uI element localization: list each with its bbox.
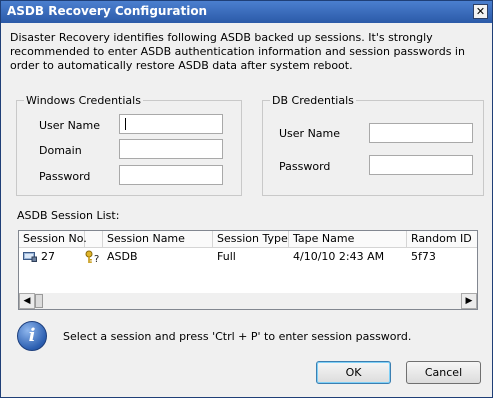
db-password-field[interactable]	[369, 155, 473, 175]
column-header-session-no[interactable]: Session No.	[19, 231, 87, 247]
column-header-session-type[interactable]: Session Type	[213, 231, 289, 247]
windows-user-name-field[interactable]	[119, 114, 223, 134]
db-credentials-group: DB Credentials	[262, 94, 484, 196]
windows-domain-field[interactable]	[119, 139, 223, 159]
cancel-button[interactable]: Cancel	[406, 361, 481, 384]
horizontal-scrollbar[interactable]: ◀ ▶	[19, 293, 477, 309]
title-bar[interactable]: ASDB Recovery Configuration ✕	[1, 1, 492, 23]
tape-name-cell: 4/10/10 2:43 AM	[293, 250, 385, 263]
column-header-tape-name[interactable]: Tape Name	[289, 231, 407, 247]
db-password-label: Password	[279, 160, 331, 173]
column-header-session-name[interactable]: Session Name	[103, 231, 213, 247]
svg-text:?: ?	[94, 254, 99, 264]
session-list-header: Session No. Session Name Session Type Ta…	[19, 231, 477, 248]
session-no-cell: 27	[41, 250, 55, 263]
windows-credentials-legend: Windows Credentials	[26, 94, 141, 107]
column-header-random-id[interactable]: Random ID	[407, 231, 477, 247]
scroll-right-button[interactable]: ▶	[461, 293, 477, 309]
session-type-cell: Full	[217, 250, 236, 263]
info-icon: i	[17, 321, 47, 351]
random-id-cell: 5f73	[411, 250, 436, 263]
db-credentials-legend: DB Credentials	[272, 94, 354, 107]
table-row[interactable]: 27 ? ASDB Full 4/10/10 2:43 AM 5f73	[19, 249, 477, 265]
db-user-name-label: User Name	[279, 127, 341, 140]
text-caret	[125, 118, 126, 130]
db-user-name-field[interactable]	[369, 123, 473, 143]
dialog-window: ASDB Recovery Configuration ✕ Disaster R…	[0, 0, 493, 398]
info-message: Select a session and press 'Ctrl + P' to…	[63, 330, 412, 343]
session-list[interactable]: Session No. Session Name Session Type Ta…	[18, 230, 478, 310]
window-title: ASDB Recovery Configuration	[7, 4, 208, 18]
description-text: Disaster Recovery identifies following A…	[10, 31, 465, 72]
key-question-icon: ?	[85, 250, 99, 264]
scroll-left-button[interactable]: ◀	[19, 293, 35, 309]
close-icon[interactable]: ✕	[473, 4, 488, 19]
session-list-label: ASDB Session List:	[17, 209, 120, 222]
windows-domain-label: Domain	[39, 144, 82, 157]
session-name-cell: ASDB	[107, 250, 138, 263]
tape-drive-icon	[23, 252, 37, 262]
scrollbar-thumb[interactable]	[35, 294, 43, 308]
windows-password-label: Password	[39, 170, 91, 183]
windows-password-field[interactable]	[119, 165, 223, 185]
windows-user-name-label: User Name	[39, 119, 101, 132]
ok-button[interactable]: OK	[316, 361, 391, 384]
column-header-icon[interactable]	[85, 231, 103, 247]
